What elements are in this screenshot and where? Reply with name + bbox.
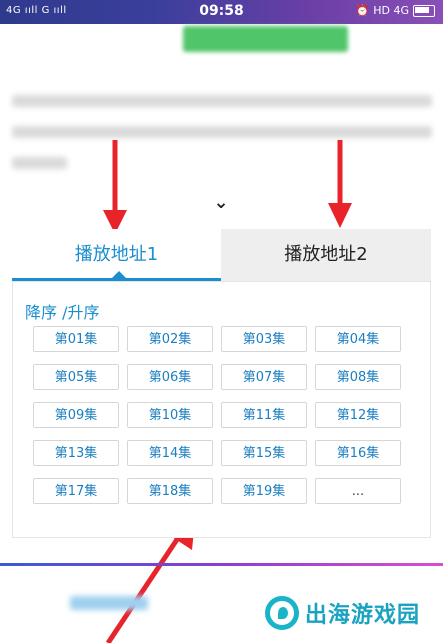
episode-button[interactable]: 第09集 (33, 402, 119, 428)
source-tabs: 播放地址1 播放地址2 (12, 229, 431, 281)
episode-grid: 第01集 第02集 第03集 第04集第05集 第06集 第07集 第08集第09集 第10集… (33, 326, 413, 504)
network-label: HD 4G (373, 4, 409, 17)
episode-button[interactable]: 第08集 (315, 364, 401, 390)
episode-button[interactable]: 第03集 (221, 326, 307, 352)
episode-button[interactable]: 第02集 (127, 326, 213, 352)
battery-icon (413, 4, 435, 17)
annotation-arrow (103, 140, 127, 234)
blurred-description-line (12, 126, 432, 138)
episode-button[interactable]: 第12集 (315, 402, 401, 428)
blurred-description-line (12, 95, 432, 107)
blurred-action-button[interactable] (183, 26, 348, 52)
episode-button[interactable]: 第10集 (127, 402, 213, 428)
episode-button[interactable]: 第07集 (221, 364, 307, 390)
episode-button[interactable]: 第14集 (127, 440, 213, 466)
episode-button[interactable]: 第13集 (33, 440, 119, 466)
alarm-icon: ⏰ (355, 4, 370, 17)
sort-toggle[interactable]: 降序 /升序 (25, 299, 99, 323)
watermark: 出海游戏园 (265, 593, 420, 633)
episode-button[interactable]: 第11集 (221, 402, 307, 428)
episode-button[interactable]: 第05集 (33, 364, 119, 390)
chevron-down-icon[interactable]: ⌄ (210, 194, 232, 212)
episode-button[interactable]: 第06集 (127, 364, 213, 390)
episode-button[interactable]: 第16集 (315, 440, 401, 466)
episode-button[interactable]: 第17集 (33, 478, 119, 504)
watermark-text: 出海游戏园 (305, 603, 421, 628)
more-episodes-button[interactable]: ... (315, 478, 401, 504)
watermark-logo-icon (265, 596, 299, 630)
episode-button[interactable]: 第15集 (221, 440, 307, 466)
status-icons: ⏰ HD 4G (356, 4, 435, 17)
status-bar: 4G ııll G ııll 09:58 ⏰ HD 4G (0, 0, 443, 24)
tab-source-2[interactable]: 播放地址2 (221, 229, 431, 281)
episode-button[interactable]: 第04集 (315, 326, 401, 352)
episode-button[interactable]: 第01集 (33, 326, 119, 352)
episode-button[interactable]: 第19集 (221, 478, 307, 504)
annotation-arrow (328, 140, 352, 228)
episode-panel: 降序 /升序 第01集 第02集 第03集 第04集 第05集 第06集 第07集 第08集第… (12, 281, 431, 538)
section-divider (0, 563, 443, 566)
active-tab-caret-icon (112, 271, 126, 278)
blurred-description-line (12, 157, 67, 169)
episode-button[interactable]: 第18集 (127, 478, 213, 504)
blurred-link[interactable] (70, 596, 148, 610)
